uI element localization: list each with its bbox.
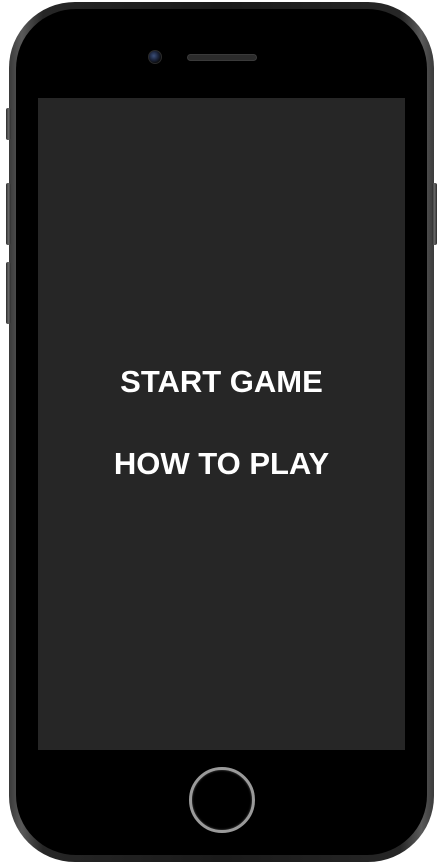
volume-down-button: [6, 262, 11, 324]
mute-switch: [6, 108, 11, 140]
power-button: [432, 183, 437, 245]
game-screen: START GAME HOW TO PLAY: [38, 98, 405, 750]
earpiece-speaker-icon: [187, 54, 257, 61]
main-menu: START GAME HOW TO PLAY: [38, 98, 405, 750]
home-button-icon[interactable]: [189, 767, 255, 833]
front-camera-icon: [148, 50, 162, 64]
volume-up-button: [6, 183, 11, 245]
start-game-button[interactable]: START GAME: [38, 366, 405, 397]
how-to-play-button[interactable]: HOW TO PLAY: [38, 448, 405, 479]
